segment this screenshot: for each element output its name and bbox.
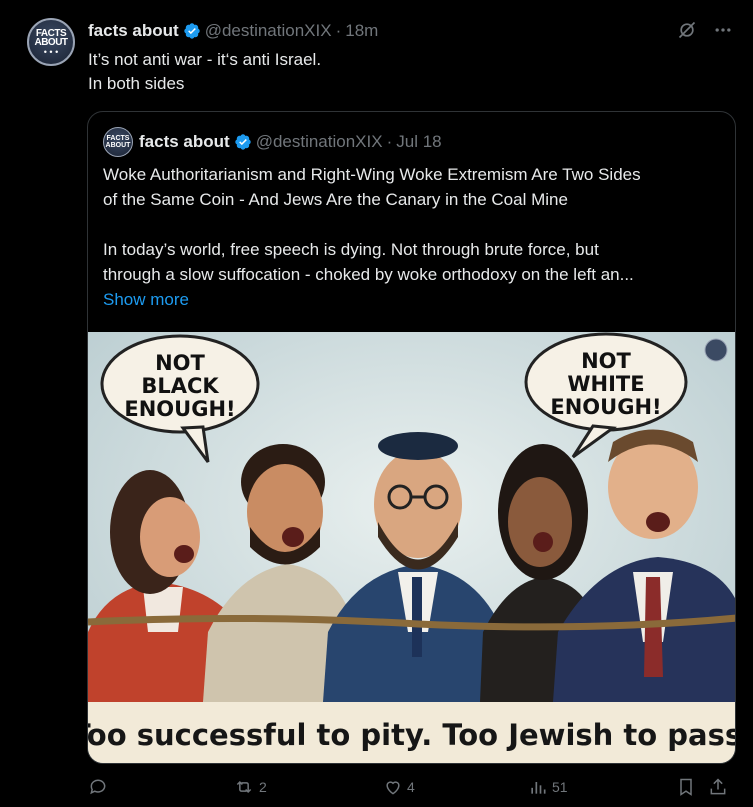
tweet-header: facts about @destinationXIX · 18m bbox=[88, 20, 378, 42]
share-button[interactable] bbox=[708, 777, 728, 797]
like-button[interactable]: 4 bbox=[383, 777, 415, 797]
views-button[interactable]: 51 bbox=[528, 777, 568, 797]
image-caption: Too successful to pity. Too Jewish to pa… bbox=[88, 718, 736, 752]
quoted-author-avatar: FACTS ABOUT bbox=[103, 127, 133, 157]
heart-icon bbox=[386, 781, 400, 795]
like-count: 4 bbox=[407, 779, 415, 795]
bubble-left-line-3: ENOUGH! bbox=[124, 397, 235, 421]
quoted-author-name: facts about bbox=[139, 132, 230, 151]
quoted-tweet-body: Woke Authoritarianism and Right-Wing Wok… bbox=[103, 162, 723, 312]
quoted-body-line-2: through a slow suffocation - choked by w… bbox=[103, 265, 634, 284]
quoted-date: Jul 18 bbox=[396, 132, 442, 151]
bubble-left-line-1: NOT bbox=[155, 351, 205, 375]
bubble-right-line-3: ENOUGH! bbox=[550, 395, 661, 419]
verified-badge-icon bbox=[183, 23, 200, 39]
tweet-action-bar: 2 4 51 bbox=[88, 777, 733, 801]
repost-icon bbox=[236, 780, 252, 794]
avatar-dots: • • • bbox=[43, 46, 59, 57]
quoted-tweet-image[interactable]: NOT BLACK ENOUGH! NOT WHITE ENOUGH! Too … bbox=[88, 332, 736, 764]
bubble-right-line-1: NOT bbox=[581, 349, 631, 373]
share-icon bbox=[710, 778, 726, 795]
author-avatar[interactable]: FACTS ABOUT • • • bbox=[27, 18, 75, 66]
bubble-right-line-2: WHITE bbox=[567, 372, 644, 396]
top-right-actions bbox=[677, 20, 733, 40]
quoted-body-line-1: In today’s world, free speech is dying. … bbox=[103, 240, 599, 259]
q-avatar-text-1: FACTS bbox=[106, 135, 130, 142]
show-more-link[interactable]: Show more bbox=[103, 287, 723, 312]
quoted-tweet-card[interactable]: FACTS ABOUT facts about @destinationXIX … bbox=[87, 111, 736, 764]
views-chart-icon bbox=[531, 782, 546, 794]
bookmark-icon bbox=[680, 778, 692, 796]
q-avatar-text-2: ABOUT bbox=[105, 142, 131, 149]
separator-dot: · bbox=[335, 21, 342, 40]
author-name[interactable]: facts about bbox=[88, 21, 179, 41]
quoted-headline-line-2: of the Same Coin - And Jews Are the Cana… bbox=[103, 190, 568, 209]
avatar-text-2: ABOUT bbox=[34, 36, 68, 48]
bookmark-button[interactable] bbox=[676, 777, 696, 797]
reply-button[interactable] bbox=[88, 777, 112, 797]
tweet-text-line-1: It’s not anti war - it‘s anti Israel. bbox=[88, 50, 322, 69]
quoted-verified-badge-icon bbox=[234, 134, 251, 150]
tweet-text: It’s not anti war - it‘s anti Israel. In… bbox=[88, 48, 321, 96]
repost-button[interactable]: 2 bbox=[233, 777, 267, 797]
more-options-icon[interactable] bbox=[713, 20, 733, 40]
bubble-left-line-2: BLACK bbox=[141, 374, 219, 398]
views-count: 51 bbox=[552, 779, 568, 795]
quoted-author-handle: @destinationXIX bbox=[255, 132, 383, 151]
grok-icon[interactable] bbox=[677, 20, 697, 40]
watermark-logo-icon bbox=[704, 338, 728, 362]
quoted-separator-dot: · bbox=[386, 132, 393, 151]
tweet-text-line-2: In both sides bbox=[88, 74, 185, 93]
reply-icon bbox=[90, 779, 106, 795]
quoted-headline-line-1: Woke Authoritarianism and Right-Wing Wok… bbox=[103, 165, 641, 184]
repost-count: 2 bbox=[259, 779, 267, 795]
timestamp[interactable]: 18m bbox=[345, 21, 378, 41]
author-handle[interactable]: @destinationXIX bbox=[205, 21, 332, 41]
quoted-tweet-header: FACTS ABOUT facts about @destinationXIX … bbox=[103, 127, 442, 157]
